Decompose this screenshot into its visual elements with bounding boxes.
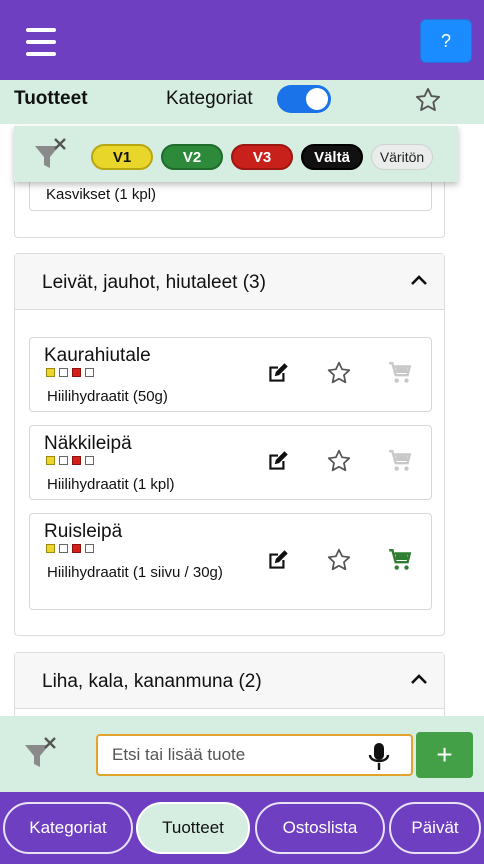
category-title: Leivät, jauhot, hiutaleet (3) — [42, 272, 266, 293]
filter-chip-v2[interactable]: V2 — [161, 144, 223, 170]
app-bar: ? — [0, 0, 484, 80]
item-subtitle: Hiilihydraatit (1 kpl) — [47, 476, 175, 493]
filter-chip-avoid[interactable]: Vältä — [301, 144, 363, 170]
item-subtitle: Kasvikset (1 kpl) — [46, 186, 157, 203]
item-name: Kaurahiutale — [44, 345, 151, 366]
category-title: Liha, kala, kananmuna (2) — [42, 671, 262, 692]
nav-days[interactable]: Päivät — [389, 802, 481, 854]
help-button[interactable]: ? — [420, 19, 472, 63]
cart-icon[interactable] — [387, 360, 413, 386]
nav-categories[interactable]: Kategoriat — [3, 802, 133, 854]
filter-clear-icon[interactable] — [22, 735, 58, 771]
bottom-navigation: Kategoriat Tuotteet Ostoslista Päivät — [0, 792, 484, 864]
cart-icon[interactable] — [387, 448, 413, 474]
list-item[interactable]: Ruisleipä Hiilihydraatit (1 siivu / 30g) — [29, 513, 432, 610]
search-bar: + — [0, 716, 484, 792]
category-header[interactable]: Liha, kala, kananmuna (2) — [15, 653, 444, 709]
item-name: Näkkileipä — [44, 433, 132, 454]
favorite-star-icon[interactable] — [326, 448, 352, 474]
color-indicators — [46, 368, 94, 377]
edit-icon[interactable] — [265, 360, 291, 386]
chevron-up-icon[interactable] — [410, 274, 428, 286]
page-title: Tuotteet — [14, 88, 88, 109]
filter-clear-icon[interactable] — [32, 136, 68, 172]
color-filter-bar: V1 V2 V3 Vältä Väritön — [14, 126, 458, 182]
nav-products[interactable]: Tuotteet — [136, 802, 250, 854]
category-panel-meat: Liha, kala, kananmuna (2) — [14, 652, 445, 716]
search-input[interactable] — [112, 744, 362, 766]
item-name: Ruisleipä — [44, 521, 123, 542]
microphone-icon[interactable] — [367, 742, 391, 772]
favorite-star-icon[interactable] — [326, 360, 352, 386]
category-header[interactable]: Leivät, jauhot, hiutaleet (3) — [15, 254, 444, 310]
edit-icon[interactable] — [265, 547, 291, 573]
categories-toggle[interactable] — [277, 85, 331, 113]
product-list[interactable]: Kasvikset (1 kpl) Leivät, jauhot, hiutal… — [14, 150, 445, 716]
nav-shopping-list[interactable]: Ostoslista — [255, 802, 385, 854]
search-field[interactable] — [96, 734, 413, 776]
item-subtitle: Hiilihydraatit (50g) — [47, 388, 168, 405]
color-indicators — [46, 456, 94, 465]
products-header: Tuotteet Kategoriat — [0, 80, 484, 124]
filter-chip-colorless[interactable]: Väritön — [371, 144, 433, 170]
filter-chip-v1[interactable]: V1 — [91, 144, 153, 170]
edit-icon[interactable] — [265, 448, 291, 474]
menu-icon[interactable] — [26, 28, 56, 56]
add-product-button[interactable]: + — [416, 732, 473, 778]
category-panel-breads: Leivät, jauhot, hiutaleet (3) Kaurahiuta… — [14, 253, 445, 636]
cart-icon[interactable] — [387, 547, 413, 573]
favorite-star-icon[interactable] — [326, 547, 352, 573]
item-subtitle: Hiilihydraatit (1 siivu / 30g) — [47, 564, 223, 581]
chevron-up-icon[interactable] — [410, 673, 428, 685]
list-item[interactable]: Näkkileipä Hiilihydraatit (1 kpl) — [29, 425, 432, 500]
list-item[interactable]: Kaurahiutale Hiilihydraatit (50g) — [29, 337, 432, 412]
favorites-star-icon[interactable] — [414, 86, 442, 114]
categories-toggle-label: Kategoriat — [166, 88, 253, 109]
filter-chip-v3[interactable]: V3 — [231, 144, 293, 170]
color-indicators — [46, 544, 94, 553]
